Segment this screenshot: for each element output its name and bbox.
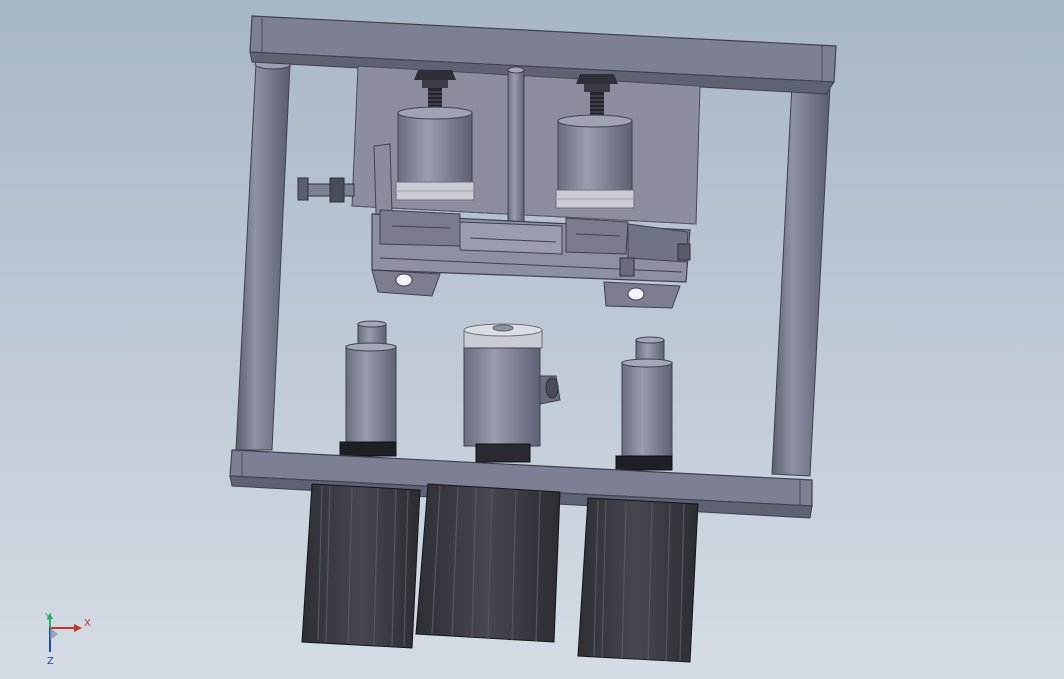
right-stepper-motor[interactable] [577,497,699,663]
center-stepper-motor[interactable] [415,483,561,643]
left-stepper-motor[interactable] [301,483,421,649]
z-axis-label: Z [47,656,54,667]
stepper-motor-assembly[interactable] [301,483,699,663]
cad-viewport[interactable] [0,0,1064,679]
axis-triad[interactable]: X Y Z [38,612,98,668]
y-axis-label: Y [44,612,52,623]
z-axis-cone [50,628,58,640]
x-axis-label: X [84,618,91,629]
x-axis-arrow [74,624,82,632]
